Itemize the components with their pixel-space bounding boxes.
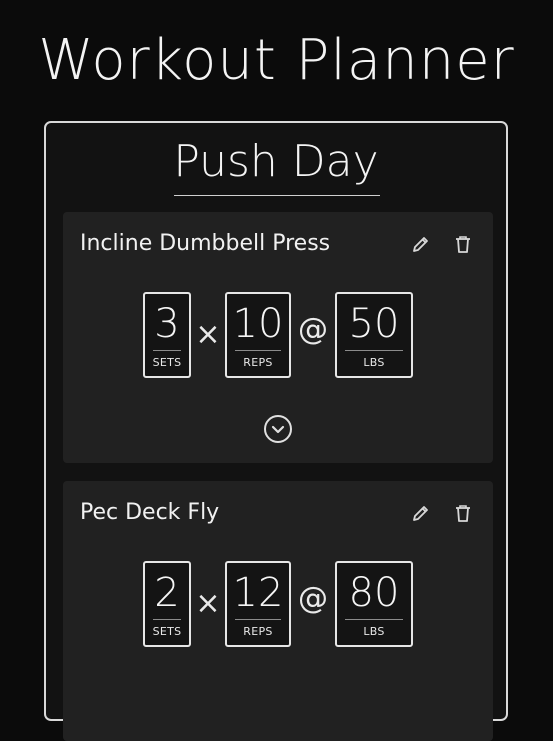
chevron-down-circle-icon[interactable] bbox=[263, 414, 293, 444]
weight-label: LBS bbox=[363, 356, 385, 369]
weight-value: 80 bbox=[348, 570, 400, 616]
exercise-actions bbox=[409, 232, 475, 256]
reps-box[interactable]: 10 REPS bbox=[225, 292, 291, 378]
sets-box[interactable]: 2 SETS bbox=[143, 561, 191, 647]
pencil-icon[interactable] bbox=[409, 232, 433, 256]
reps-box[interactable]: 12 REPS bbox=[225, 561, 291, 647]
day-card: Push Day Incline Dumbbell Press 3 SETS ×… bbox=[44, 121, 508, 741]
sets-box[interactable]: 3 SETS bbox=[143, 292, 191, 378]
weight-box[interactable]: 50 LBS bbox=[335, 292, 413, 378]
reps-label: REPS bbox=[243, 356, 273, 369]
trash-icon[interactable] bbox=[451, 501, 475, 525]
at-symbol: @ bbox=[298, 312, 328, 347]
reps-divider bbox=[235, 619, 281, 620]
reps-value: 10 bbox=[232, 301, 284, 347]
sets-value: 3 bbox=[154, 301, 180, 347]
exercise-name: Incline Dumbbell Press bbox=[80, 231, 331, 256]
exercise-stats: 2 SETS × 12 REPS @ 80 LBS bbox=[63, 561, 493, 647]
reps-value: 12 bbox=[232, 570, 284, 616]
pencil-icon[interactable] bbox=[409, 501, 433, 525]
app-title: Workout Planner bbox=[38, 28, 515, 93]
weight-box[interactable]: 80 LBS bbox=[335, 561, 413, 647]
times-symbol: × bbox=[195, 586, 221, 621]
exercise-card: Incline Dumbbell Press 3 SETS × 10 REPS … bbox=[63, 212, 493, 463]
weight-value: 50 bbox=[348, 301, 400, 347]
sets-label: SETS bbox=[152, 356, 182, 369]
sets-label: SETS bbox=[152, 625, 182, 638]
times-symbol: × bbox=[195, 317, 221, 352]
exercise-name: Pec Deck Fly bbox=[80, 500, 220, 525]
weight-divider bbox=[345, 350, 403, 351]
sets-divider bbox=[153, 619, 181, 620]
exercise-card: Pec Deck Fly 2 SETS × 12 REPS @ 80 LBS bbox=[63, 481, 493, 741]
exercise-actions bbox=[409, 501, 475, 525]
day-title-underline bbox=[174, 195, 380, 196]
sets-divider bbox=[153, 350, 181, 351]
sets-value: 2 bbox=[154, 570, 180, 616]
weight-label: LBS bbox=[363, 625, 385, 638]
weight-divider bbox=[345, 619, 403, 620]
trash-icon[interactable] bbox=[451, 232, 475, 256]
reps-label: REPS bbox=[243, 625, 273, 638]
at-symbol: @ bbox=[298, 581, 328, 616]
reps-divider bbox=[235, 350, 281, 351]
exercise-stats: 3 SETS × 10 REPS @ 50 LBS bbox=[63, 292, 493, 378]
day-title: Push Day bbox=[173, 136, 379, 187]
